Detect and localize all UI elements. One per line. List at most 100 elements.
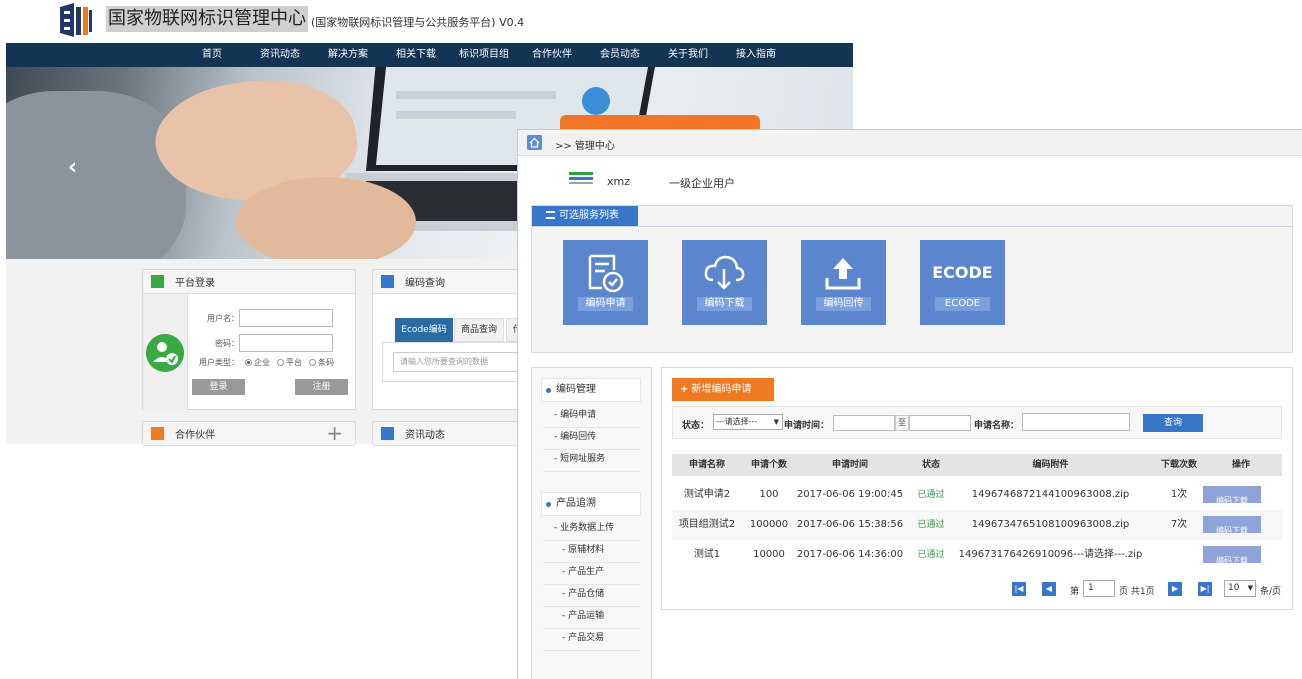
service-card-label: ECODE — [935, 297, 990, 311]
name-filter-label: 申请名称： — [974, 421, 1020, 431]
sidebar-item-label: 产品运输 — [568, 611, 605, 621]
sidebar-item-transport[interactable]: - 产品运输 — [543, 610, 640, 629]
cell-name: 测试申请2 — [683, 489, 731, 500]
news-panel: 资讯动态 — [372, 421, 532, 446]
upload-tray-icon — [825, 258, 861, 290]
first-page-icon[interactable]: |◀ — [1012, 582, 1026, 596]
radio-platform-label: 平台 — [286, 358, 302, 367]
code-query-header: 编码查询 — [373, 270, 531, 294]
nav-item-solutions[interactable]: 解决方案 — [314, 43, 382, 67]
col-header-file: 编码附件 — [1032, 460, 1069, 470]
page-number-input[interactable]: 1 — [1083, 580, 1115, 597]
code-download-button[interactable]: 编码下载 — [1203, 516, 1261, 535]
service-card-code-apply[interactable]: 编码申请 — [563, 240, 648, 325]
register-button[interactable]: 注册 — [295, 379, 348, 395]
radio-enterprise-dot — [245, 359, 252, 366]
radio-barcode-label: 条码 — [318, 358, 334, 367]
sidebar-group-code-management[interactable]: 编码管理 — [541, 378, 641, 402]
news-header: 资讯动态 — [373, 422, 531, 446]
sidebar-item-trade[interactable]: - 产品交易 — [543, 632, 640, 651]
password-input[interactable] — [239, 334, 333, 352]
partners-panel: 合作伙伴 + — [142, 421, 356, 446]
banner-prev-arrow-icon[interactable]: ‹ — [68, 155, 77, 180]
nav-item-downloads[interactable]: 相关下载 — [382, 43, 450, 67]
site-header: 国家物联网标识管理中心 (国家物联网标识管理与公共服务平台) V0.4 — [0, 0, 860, 43]
sidebar-item-data-upload[interactable]: - 业务数据上传 — [543, 522, 640, 541]
ecode-big-text: ECODE — [932, 263, 993, 282]
site-subtitle: (国家物联网标识管理与公共服务平台) V0.4 — [311, 16, 525, 29]
site-title: 国家物联网标识管理中心 — [106, 6, 308, 32]
user-type-label: 用户类型： — [199, 358, 239, 367]
sidebar-item-storage[interactable]: - 产品仓储 — [543, 588, 640, 607]
sidebar-item-short-url[interactable]: - 短网址服务 — [543, 453, 640, 472]
radio-platform-dot — [277, 359, 284, 366]
sidebar-item-label: 编码申请 — [560, 410, 597, 420]
cell-time: 2017-06-06 14:36:00 — [796, 549, 904, 560]
service-card-ecode[interactable]: ECODE ECODE — [920, 240, 1005, 325]
tab-ecode[interactable]: Ecode编码 — [395, 318, 453, 342]
news-icon — [381, 427, 394, 440]
sidebar-item-label: 编码回传 — [560, 432, 597, 442]
service-card-code-download[interactable]: 编码下载 — [682, 240, 767, 325]
sidebar-item-code-return[interactable]: - 编码回传 — [543, 431, 640, 450]
user-level: 一级企业用户 — [669, 177, 735, 190]
username-input[interactable] — [239, 309, 333, 327]
banner-arm-shape — [6, 91, 186, 259]
sidebar-item-label: 产品生产 — [568, 567, 605, 577]
status-select[interactable]: ---请选择--- ▼ — [713, 414, 783, 430]
date-range-separator: 至 — [895, 415, 909, 431]
page-prefix: 第 — [1070, 587, 1080, 597]
radio-barcode-dot — [309, 359, 316, 366]
next-page-icon[interactable]: ▶ — [1168, 582, 1182, 596]
prev-page-icon[interactable]: ◀ — [1042, 582, 1056, 596]
breadcrumb-bar: >> 管理中心 — [518, 130, 1302, 156]
last-page-icon[interactable]: ▶| — [1198, 582, 1212, 596]
search-button[interactable]: 查询 — [1143, 414, 1203, 432]
sidebar-item-raw-materials[interactable]: - 原辅材料 — [543, 544, 640, 563]
application-name-input[interactable] — [1022, 413, 1130, 431]
service-card-label: 编码申请 — [578, 297, 633, 311]
cell-file: 1496734765108100963008.zip — [971, 519, 1130, 530]
nav-item-partners[interactable]: 合作伙伴 — [518, 43, 586, 67]
add-code-application-button[interactable]: + 新增编码申请 — [672, 378, 774, 401]
sidebar-item-code-apply[interactable]: - 编码申请 — [543, 409, 640, 428]
status-filter-label: 状态： — [682, 421, 710, 431]
code-download-button[interactable]: 编码下载 — [1203, 546, 1261, 565]
table-row: 测试1 10000 2017-06-06 14:36:00 已通过 149673… — [672, 540, 1282, 570]
nav-item-member-news[interactable]: 会员动态 — [586, 43, 654, 67]
filter-bar: 状态： ---请选择--- ▼ 申请时间： 至 申请名称： 查询 — [672, 406, 1282, 439]
password-label: 密码： — [215, 339, 239, 348]
radio-platform[interactable]: 平台 — [277, 357, 302, 368]
sidebar-item-label: 产品仓储 — [568, 589, 605, 599]
tab-product-query[interactable]: 商品查询 — [454, 318, 504, 342]
nav-item-access-guide[interactable]: 接入指南 — [722, 43, 790, 67]
time-filter-label: 申请时间： — [784, 421, 830, 431]
nav-item-home[interactable]: 首页 — [178, 43, 246, 67]
home-icon[interactable] — [527, 135, 542, 150]
nav-item-news[interactable]: 资讯动态 — [246, 43, 314, 67]
radio-barcode[interactable]: 条码 — [309, 357, 334, 368]
service-list-panel: 可选服务列表 编码申请 编码下载 编码回传 ECODE ECODE — [531, 205, 1293, 353]
breadcrumb: >> 管理中心 — [555, 141, 615, 152]
cloud-download-icon — [704, 255, 745, 290]
login-panel-header: 平台登录 — [143, 270, 355, 294]
login-button[interactable]: 登录 — [192, 379, 245, 395]
per-page-select[interactable]: 10 ▼ — [1224, 580, 1256, 597]
cell-count: 100 — [759, 489, 779, 500]
start-date-input[interactable] — [833, 415, 895, 431]
code-download-button[interactable]: 编码下载 — [1203, 486, 1261, 505]
code-query-panel: 编码查询 Ecode编码 商品查询 传 请输入您所要查询的数据 — [372, 269, 543, 410]
per-page-value: 10 — [1228, 583, 1240, 593]
nav-item-project-group[interactable]: 标识项目组 — [450, 43, 518, 67]
radio-enterprise[interactable]: 企业 — [245, 357, 270, 368]
nav-item-about[interactable]: 关于我们 — [654, 43, 722, 67]
banner-hand-shape-2 — [236, 177, 416, 259]
sidebar-item-label: 原辅材料 — [568, 545, 605, 555]
service-card-code-return[interactable]: 编码回传 — [801, 240, 886, 325]
sidebar-group-product-trace[interactable]: 产品追溯 — [541, 492, 641, 516]
cell-status: 已通过 — [917, 550, 945, 560]
expand-plus-icon[interactable]: + — [326, 422, 343, 444]
list-icon — [546, 211, 555, 219]
sidebar-item-production[interactable]: - 产品生产 — [543, 566, 640, 585]
end-date-input[interactable] — [909, 415, 971, 431]
